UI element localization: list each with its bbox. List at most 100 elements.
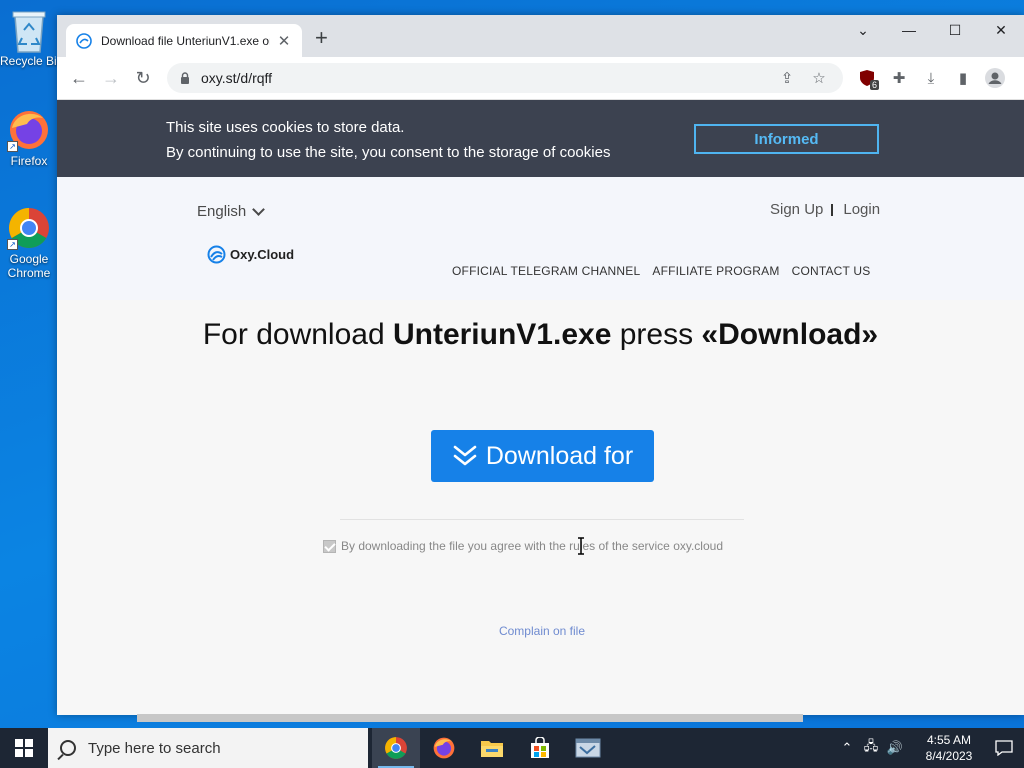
cookie-line-2: By continuing to use the site, you conse…: [166, 144, 611, 161]
window-controls: ⌄ — ☐ ✕: [840, 15, 1024, 45]
login-link[interactable]: Login: [843, 201, 880, 218]
download-button-label: Download for: [485, 441, 634, 470]
text-cursor-icon: [578, 537, 584, 555]
site-logo[interactable]: Oxy.Cloud: [207, 245, 294, 264]
profile-avatar-icon[interactable]: [979, 63, 1011, 93]
cookie-line-1: This site uses cookies to store data.: [166, 119, 405, 136]
auth-separator: [831, 203, 834, 216]
terms-agreement: By downloading the file you agree with t…: [323, 539, 723, 553]
taskbar-store[interactable]: [516, 728, 564, 768]
windows-logo-icon: [15, 739, 33, 757]
chrome-icon: [385, 737, 407, 759]
search-placeholder: Type here to search: [88, 739, 221, 757]
search-icon: [60, 740, 76, 756]
reload-icon[interactable]: ↻: [127, 62, 159, 94]
desktop-icon-recycle-bin[interactable]: Recycle Bin: [0, 8, 64, 68]
forward-icon[interactable]: →: [95, 62, 127, 94]
headline-action: «Download»: [701, 318, 879, 351]
language-label: English: [197, 203, 247, 220]
site-header: English Sign Up Login Oxy.Cloud OFFICIAL…: [57, 177, 1024, 300]
shortcut-arrow-icon: ↗: [7, 239, 18, 250]
side-panel-icon[interactable]: ▮: [947, 63, 979, 93]
system-tray: ⌃ 🖧 🔊 4:55 AM 8/4/2023: [836, 728, 1024, 768]
extension-badge: 6: [869, 80, 879, 90]
clock-time: 4:55 AM: [926, 733, 972, 747]
headline-middle: press: [611, 318, 702, 351]
tab-close-icon[interactable]: ✕: [276, 32, 292, 50]
terms-text: By downloading the file you agree with t…: [341, 539, 723, 553]
maximize-icon[interactable]: ☐: [932, 15, 978, 45]
double-chevron-down-icon: [453, 445, 477, 466]
nav-contact-link[interactable]: CONTACT US: [792, 264, 871, 278]
taskbar-app-window[interactable]: [564, 728, 612, 768]
volume-icon[interactable]: 🔊: [884, 740, 906, 756]
downloads-icon[interactable]: ⤓: [915, 63, 947, 93]
notifications-icon[interactable]: [984, 728, 1024, 768]
tab-active[interactable]: Download file UnteriunV1.exe on ✕: [66, 24, 302, 57]
bookmark-star-icon[interactable]: ☆: [807, 69, 831, 87]
start-button[interactable]: [0, 728, 48, 768]
network-icon[interactable]: 🖧: [860, 737, 882, 759]
page-content: This site uses cookies to store data. By…: [57, 100, 1024, 715]
taskbar-chrome[interactable]: [372, 728, 420, 768]
cookie-informed-button[interactable]: Informed: [694, 124, 879, 154]
close-window-icon[interactable]: ✕: [978, 15, 1024, 45]
taskbar-apps: [372, 728, 612, 768]
nav-telegram-link[interactable]: OFFICIAL TELEGRAM CHANNEL: [452, 264, 640, 278]
browser-window: Download file UnteriunV1.exe on ✕ + ⌄ — …: [57, 15, 1024, 715]
nav-affiliate-link[interactable]: AFFILIATE PROGRAM: [652, 264, 779, 278]
cookie-banner: This site uses cookies to store data. By…: [57, 100, 1024, 177]
desktop-icon-label: Google Chrome: [7, 252, 51, 280]
extensions-puzzle-icon[interactable]: ✚: [883, 63, 915, 93]
oxy-cloud-logo-icon: [207, 245, 226, 264]
back-icon[interactable]: ←: [63, 62, 95, 94]
main-navigation: OFFICIAL TELEGRAM CHANNEL AFFILIATE PROG…: [452, 264, 882, 278]
extension-icons: 6 ✚ ⤓ ▮ ⋮: [851, 63, 1024, 93]
recycle-bin-icon: [7, 8, 51, 53]
download-button[interactable]: Download for: [431, 430, 654, 482]
auth-links: Sign Up Login: [770, 201, 880, 218]
taskbar-file-explorer[interactable]: [468, 728, 516, 768]
folder-icon: [481, 741, 503, 757]
desktop-icon-label: Firefox: [10, 154, 48, 168]
page-title: For download UnteriunV1.exe press «Downl…: [57, 318, 1024, 352]
share-icon[interactable]: ⇪: [775, 69, 799, 87]
logo-text: Oxy.Cloud: [230, 247, 295, 262]
firefox-icon: [433, 737, 455, 759]
tab-search-chevron-icon[interactable]: ⌄: [840, 15, 886, 45]
tray-chevron-up-icon[interactable]: ⌃: [836, 740, 858, 756]
desktop-icon-firefox[interactable]: ↗ Firefox: [0, 108, 58, 168]
chrome-icon: ↗: [7, 206, 51, 250]
desktop-icon-label: Recycle Bin: [0, 54, 64, 68]
desktop-icon-chrome[interactable]: ↗ Google Chrome: [0, 206, 58, 280]
app-window-icon: [575, 738, 601, 758]
store-icon: [531, 737, 549, 758]
taskbar-search[interactable]: Type here to search: [48, 728, 368, 768]
language-selector[interactable]: English: [197, 202, 266, 220]
headline-filename: UnteriunV1.exe: [392, 318, 612, 351]
ublock-extension-icon[interactable]: 6: [851, 63, 883, 93]
firefox-icon: ↗: [7, 108, 51, 152]
divider: [340, 519, 744, 520]
new-tab-icon[interactable]: +: [315, 27, 328, 49]
terms-checkbox[interactable]: [323, 539, 336, 553]
tab-strip: Download file UnteriunV1.exe on ✕ + ⌄ — …: [57, 15, 1024, 57]
complain-link[interactable]: Complain on file: [57, 624, 1024, 638]
taskbar-firefox[interactable]: [420, 728, 468, 768]
lock-icon: [181, 72, 189, 84]
sign-up-link[interactable]: Sign Up: [770, 201, 823, 218]
oxy-cloud-favicon-icon: [76, 32, 92, 49]
headline-prefix: For download: [202, 318, 393, 351]
tab-title: Download file UnteriunV1.exe on: [101, 33, 270, 48]
browser-toolbar: ← → ↻ oxy.st/d/rqff ⇪ ☆ 6 ✚ ⤓ ▮ ⋮: [57, 57, 1024, 100]
horizontal-scrollbar[interactable]: [137, 714, 803, 722]
url-text: oxy.st/d/rqff: [201, 70, 273, 86]
address-bar[interactable]: oxy.st/d/rqff ⇪ ☆: [167, 63, 843, 93]
shortcut-arrow-icon: ↗: [7, 141, 18, 152]
clock[interactable]: 4:55 AM 8/4/2023: [914, 732, 984, 764]
menu-kebab-icon[interactable]: ⋮: [1011, 63, 1024, 93]
clock-date: 8/4/2023: [925, 749, 973, 763]
minimize-icon[interactable]: —: [886, 15, 932, 45]
chevron-down-icon: [252, 202, 266, 216]
taskbar: Type here to search ⌃ 🖧 🔊 4:55 AM 8/4/20…: [0, 728, 1024, 768]
